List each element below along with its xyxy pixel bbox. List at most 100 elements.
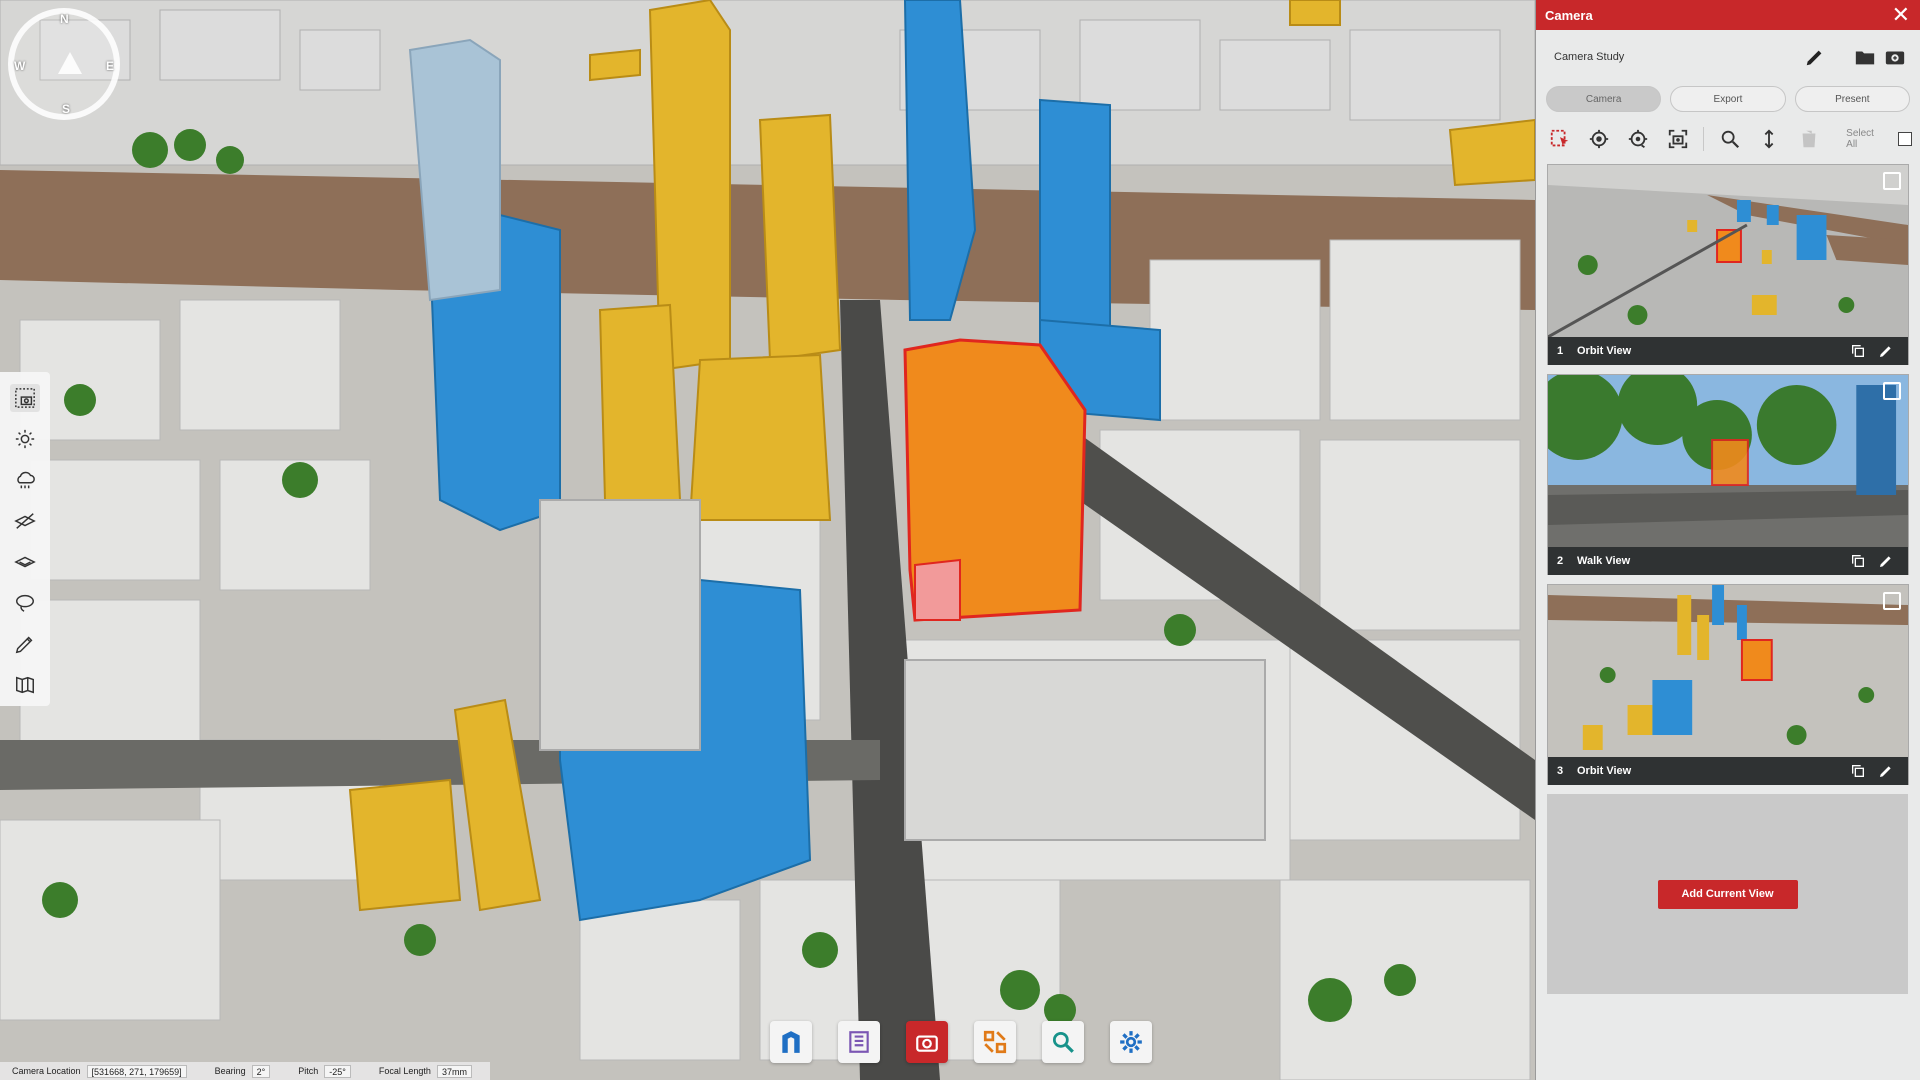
view-name: Orbit View — [1577, 345, 1632, 357]
study-row: Camera Study — [1536, 30, 1920, 84]
pencil-icon — [1806, 50, 1822, 66]
folder-icon — [1855, 51, 1875, 65]
camera-panel: Camera ✕ Camera Study Camera Export Pres… — [1535, 0, 1920, 1080]
bearing-label: Bearing — [214, 1066, 246, 1076]
left-toolbar — [0, 372, 50, 706]
view-number: 1 — [1557, 345, 1564, 357]
add-current-view-button[interactable]: Add Current View — [1657, 879, 1798, 909]
blue-building — [1039, 98, 1111, 352]
view-select-checkbox[interactable] — [1883, 382, 1901, 400]
edit-view-button[interactable] — [1872, 553, 1900, 569]
height-button[interactable] — [1756, 125, 1783, 153]
close-icon[interactable]: ✕ — [1892, 4, 1910, 26]
vertical-arrows-icon — [1764, 129, 1774, 149]
view-card[interactable]: 2 Walk View — [1547, 374, 1909, 575]
select-all-checkbox[interactable] — [1898, 132, 1912, 146]
pitch-value: -25° — [324, 1064, 351, 1078]
weather-tool-button[interactable] — [10, 466, 40, 494]
duplicate-view-button[interactable] — [1844, 763, 1872, 779]
view-select-checkbox[interactable] — [1883, 172, 1901, 190]
copy-icon — [1852, 345, 1864, 357]
pencil-icon — [1880, 766, 1891, 777]
pencil-icon — [1880, 346, 1891, 357]
layers-tool-button[interactable] — [10, 548, 40, 576]
bearing-value: 2° — [251, 1064, 271, 1078]
compass-north-label: N — [60, 12, 69, 26]
layers-icon — [14, 556, 36, 568]
edit-view-button[interactable] — [1872, 343, 1900, 359]
yellow-building — [1289, 0, 1341, 26]
panel-header: Camera ✕ — [1536, 0, 1920, 30]
delete-button[interactable] — [1795, 125, 1822, 153]
magnifier-icon — [1721, 130, 1739, 149]
city-3d-scene[interactable] — [0, 0, 1535, 1080]
hide-layer-icon — [14, 513, 36, 529]
study-name: Camera Study — [1554, 51, 1625, 63]
planning-button[interactable] — [974, 1021, 1016, 1063]
select-view-button[interactable] — [1546, 125, 1573, 153]
planning-icon — [983, 1030, 1007, 1054]
panel-title: Camera — [1545, 7, 1593, 23]
camera-tool-button[interactable] — [10, 384, 40, 412]
screenshot-button[interactable] — [1664, 125, 1691, 153]
documents-button[interactable] — [838, 1021, 880, 1063]
open-folder-button[interactable] — [1850, 42, 1880, 72]
view-caption-bar: 3 Orbit View — [1548, 757, 1908, 785]
view-name: Orbit View — [1577, 765, 1632, 777]
tab-camera[interactable]: Camera — [1546, 86, 1662, 112]
compass-east-label: E — [106, 59, 115, 73]
map-tool-button[interactable] — [10, 671, 40, 699]
screenshot-icon — [1668, 129, 1687, 149]
copy-icon — [1852, 765, 1864, 777]
camera-button[interactable] — [906, 1021, 948, 1063]
site-button[interactable] — [770, 1021, 812, 1063]
search-button[interactable] — [1042, 1021, 1084, 1063]
view-list: 1 Orbit View 2 Walk View 3 Orbit View — [1536, 164, 1920, 785]
settings-button[interactable] — [1110, 1021, 1152, 1063]
panel-tabs: Camera Export Present — [1536, 84, 1920, 114]
bottom-toolbar — [770, 1021, 1152, 1063]
lasso-icon — [16, 594, 34, 612]
select-cursor-icon — [1550, 129, 1568, 147]
yellow-building — [1448, 118, 1535, 187]
view-thumbnail — [1548, 585, 1908, 757]
sun-icon — [15, 429, 35, 449]
view-caption-bar: 2 Walk View — [1548, 547, 1908, 575]
edit-view-button[interactable] — [1872, 763, 1900, 779]
hide-layer-tool-button[interactable] — [10, 507, 40, 535]
camera-icon — [916, 1035, 938, 1052]
search-icon — [1052, 1031, 1074, 1053]
camera-add-icon — [1885, 51, 1905, 65]
compass[interactable]: N S E W — [8, 8, 120, 120]
pitch-label: Pitch — [298, 1066, 319, 1076]
duplicate-view-button[interactable] — [1844, 343, 1872, 359]
target-icon — [1589, 129, 1609, 149]
compass-needle-icon — [58, 52, 82, 74]
orbit-target-icon — [1629, 129, 1648, 149]
yellow-building — [758, 113, 842, 362]
duplicate-view-button[interactable] — [1844, 553, 1872, 569]
zoom-button[interactable] — [1716, 125, 1743, 153]
site-icon — [782, 1031, 800, 1053]
view-number: 3 — [1557, 765, 1564, 777]
view-toolbar: Select All — [1536, 114, 1920, 164]
add-camera-button[interactable] — [1880, 42, 1910, 72]
tab-export[interactable]: Export — [1670, 86, 1786, 112]
lasso-tool-button[interactable] — [10, 589, 40, 617]
rename-study-button[interactable] — [1800, 42, 1830, 72]
sun-tool-button[interactable] — [10, 425, 40, 453]
draw-tool-button[interactable] — [10, 630, 40, 658]
yellow-building — [589, 48, 641, 82]
view-select-checkbox[interactable] — [1883, 592, 1901, 610]
view-number: 2 — [1557, 555, 1564, 567]
tab-present[interactable]: Present — [1794, 86, 1910, 112]
settings-icon — [1120, 1031, 1142, 1053]
view-card[interactable]: 1 Orbit View — [1547, 164, 1909, 365]
map-viewport[interactable]: N S E W Camera Location [531668, 271, 17… — [0, 0, 1535, 1080]
target-button[interactable] — [1585, 125, 1612, 153]
view-card[interactable]: 3 Orbit View — [1547, 584, 1909, 785]
orbit-target-button[interactable] — [1625, 125, 1652, 153]
trash-icon — [1802, 130, 1815, 148]
focal-length-label: Focal Length — [378, 1066, 431, 1076]
yellow-building — [348, 778, 462, 912]
